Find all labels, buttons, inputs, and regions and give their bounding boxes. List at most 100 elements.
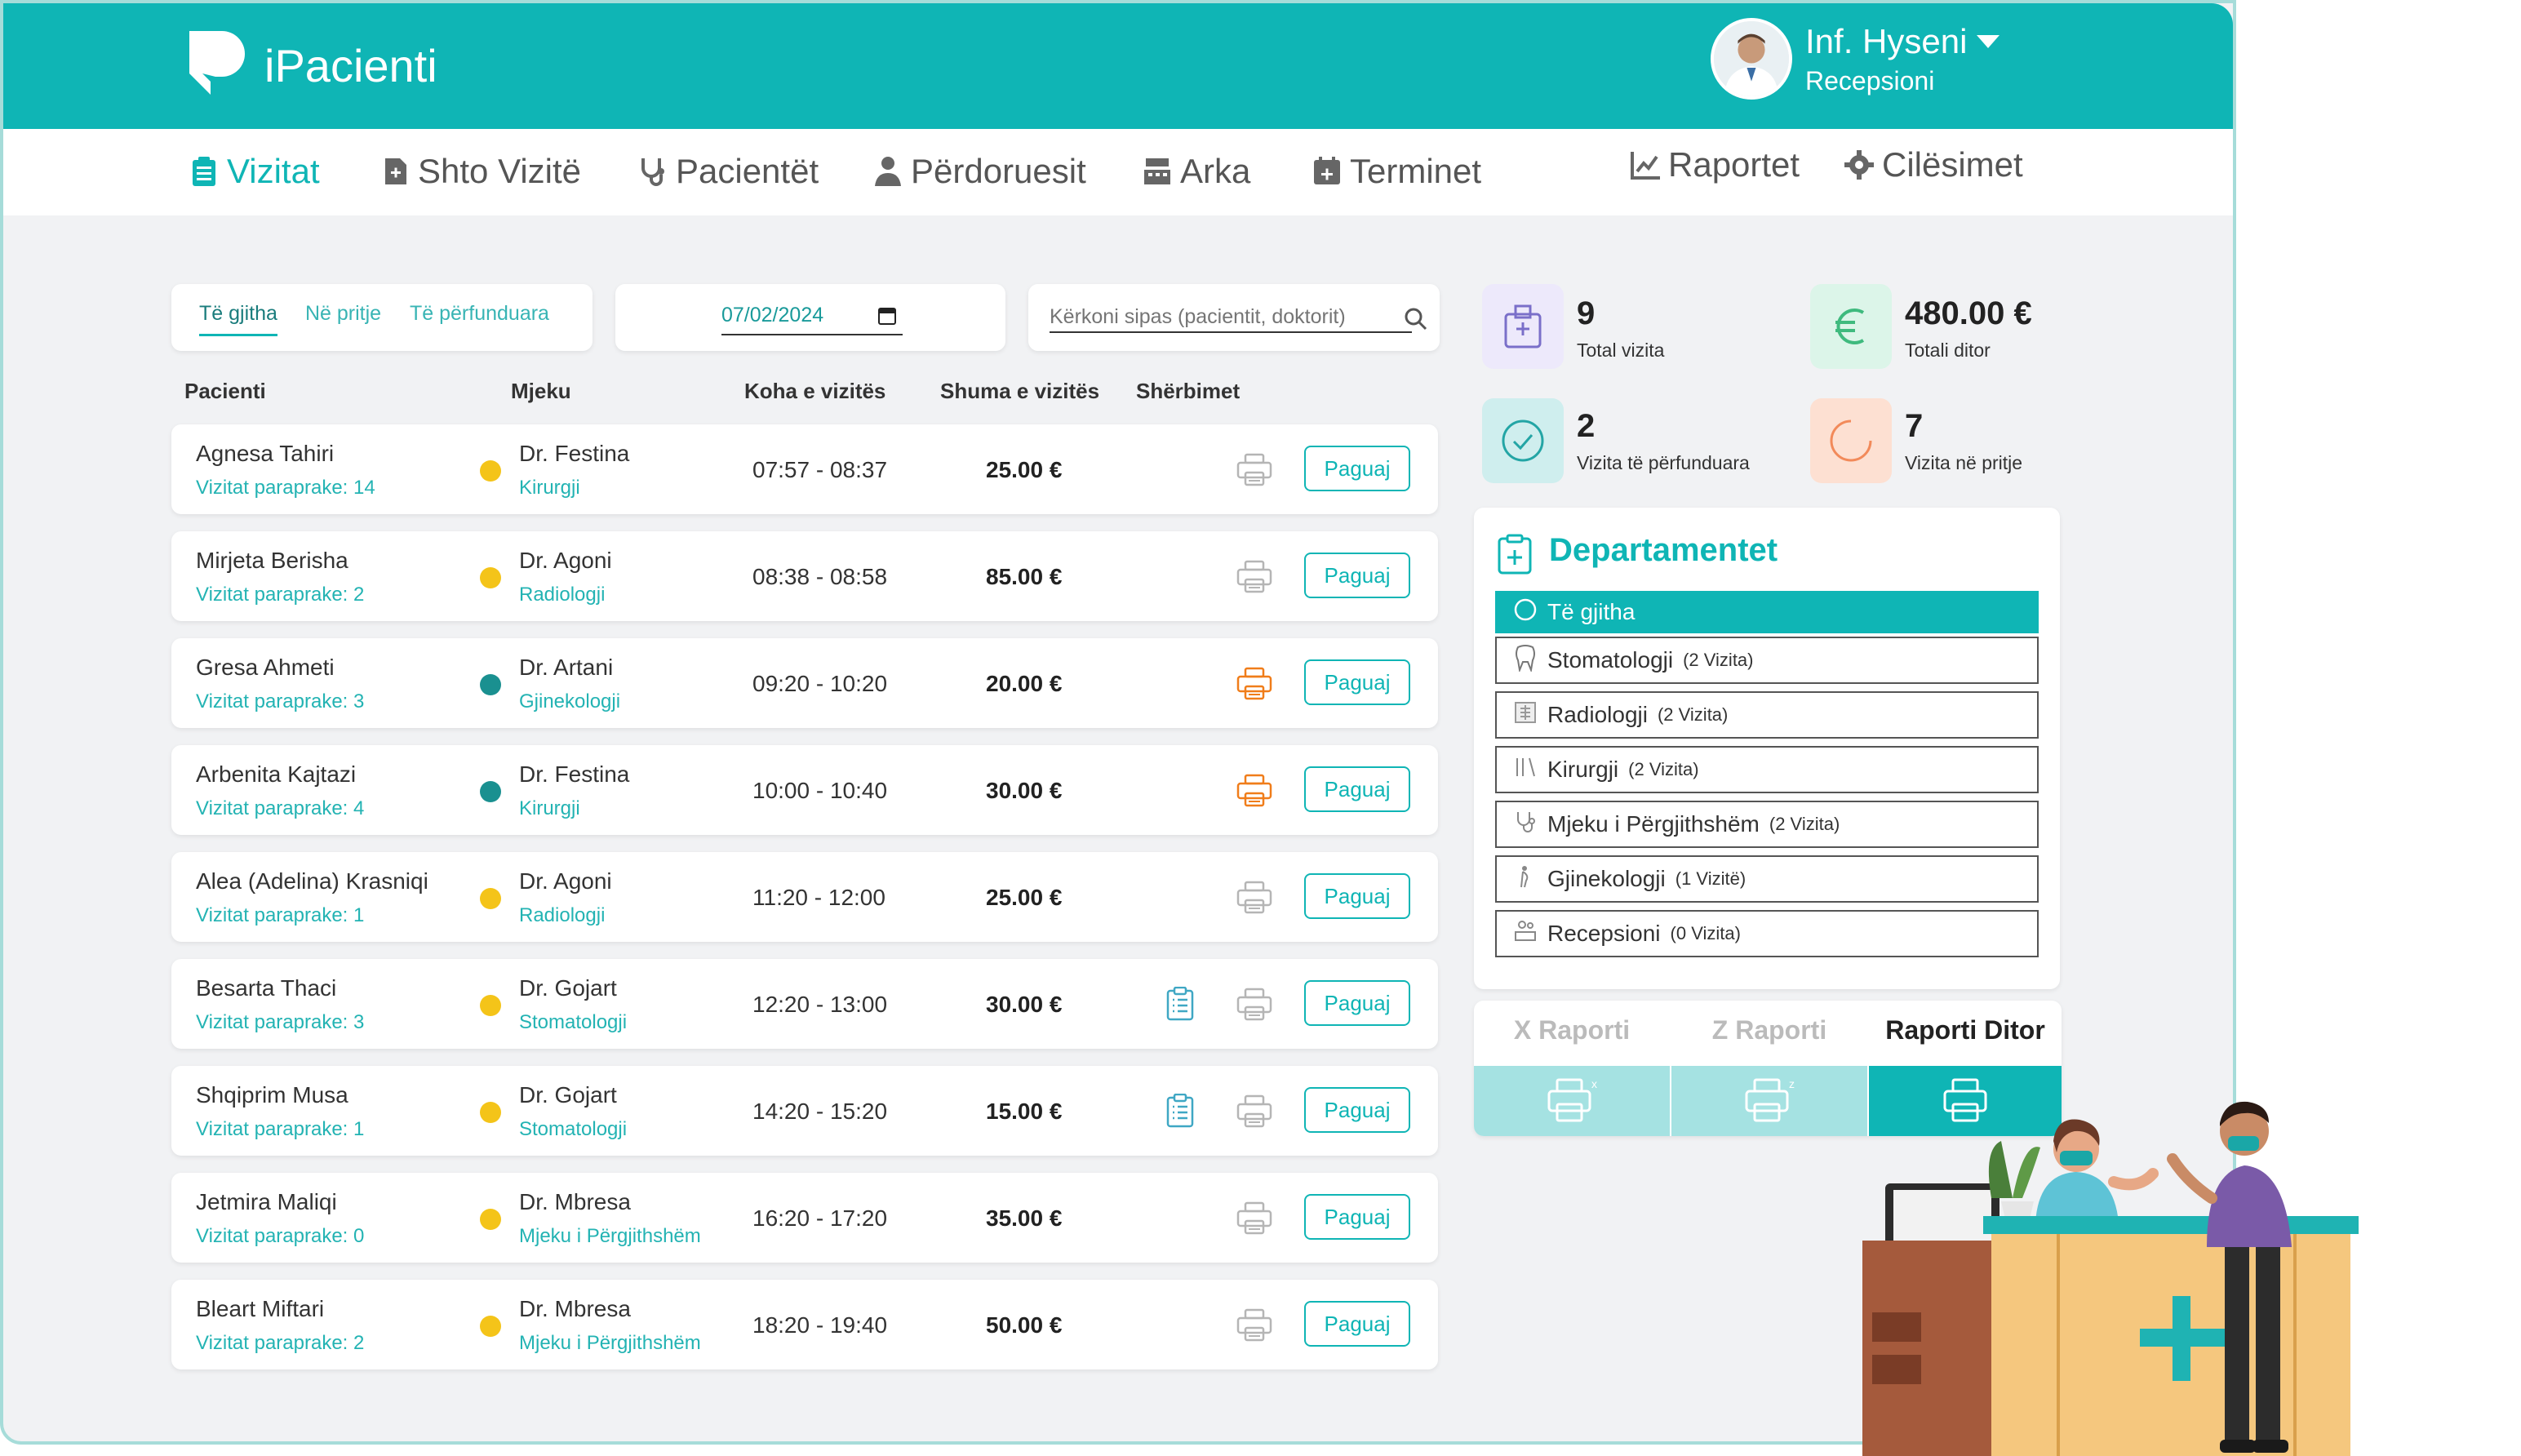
tab-te-gjitha[interactable]: Të gjitha <box>199 302 277 336</box>
pay-button[interactable]: Paguaj <box>1304 766 1410 812</box>
pay-button[interactable]: Paguaj <box>1304 1194 1410 1240</box>
patient-name[interactable]: Arbenita Kajtazi <box>196 761 356 788</box>
search-icon[interactable] <box>1404 307 1428 331</box>
tab-te-perfunduara[interactable]: Të përfunduara <box>410 302 549 326</box>
table-row[interactable]: Mirjeta Berisha Vizitat paraprake: 2 Dr. A… <box>171 531 1438 621</box>
department-item[interactable]: Kirurgji (2 Vizita) <box>1495 746 2039 793</box>
department-item[interactable]: Radiologji (2 Vizita) <box>1495 691 2039 739</box>
table-row[interactable]: Besarta Thaci Vizitat paraprake: 3 Dr. Goj… <box>171 959 1438 1049</box>
pay-button[interactable]: Paguaj <box>1304 980 1410 1026</box>
pay-button[interactable]: Paguaj <box>1304 659 1410 705</box>
department-item[interactable]: Recepsioni (0 Vizita) <box>1495 910 2039 957</box>
logo[interactable]: iPacienti <box>184 26 437 104</box>
printer-icon[interactable] <box>1236 987 1273 1023</box>
col-header-shuma: Shuma e vizitës <box>940 379 1100 403</box>
table-row[interactable]: Alea (Adelina) Krasniqi Vizitat paraprake… <box>171 852 1438 942</box>
printer-icon[interactable] <box>1236 880 1273 916</box>
col-header-mjeku: Mjeku <box>511 379 571 403</box>
department-count: (2 Vizita) <box>1683 650 1754 670</box>
patient-name[interactable]: Agnesa Tahiri <box>196 441 334 467</box>
patient-name[interactable]: Mirjeta Berisha <box>196 548 348 574</box>
department-count: (1 Vizitë) <box>1675 868 1747 889</box>
nav-shto-vizite[interactable]: Shto Vizitë <box>379 152 581 191</box>
previous-visits: Vizitat paraprake: 4 <box>196 797 365 819</box>
doctor-name: Dr. Festina <box>519 441 630 466</box>
department-name: Mjeku i Përgjithshëm <box>519 1225 701 1247</box>
patient-name[interactable]: Bleart Miftari <box>196 1296 324 1322</box>
stat-completed-label: Vizita të përfunduara <box>1577 452 1750 473</box>
nav-cilesimet[interactable]: Cilësimet <box>1843 145 2023 184</box>
previous-visits: Vizitat paraprake: 1 <box>196 904 365 926</box>
department-label: Gjinekologji <box>1547 866 1666 891</box>
user-menu[interactable]: Inf. Hyseni Recepsioni <box>1711 18 2000 100</box>
doctor-name: Dr. Festina <box>519 761 630 787</box>
report-daily-label: Raporti Ditor <box>1885 1015 2045 1045</box>
nav-perdoruesit[interactable]: Përdoruesit <box>872 152 1086 191</box>
department-item[interactable]: Gjinekologji (1 Vizitë) <box>1495 855 2039 903</box>
pay-button[interactable]: Paguaj <box>1304 1087 1410 1133</box>
nav-label: Vizitat <box>227 152 320 190</box>
previous-visits: Vizitat paraprake: 2 <box>196 1332 365 1354</box>
pay-button[interactable]: Paguaj <box>1304 873 1410 919</box>
report-z-button[interactable]: z <box>1671 1066 1867 1136</box>
gear-icon <box>1844 150 1874 180</box>
printer-icon[interactable] <box>1236 666 1273 702</box>
department-item[interactable]: Stomatologji (2 Vizita) <box>1495 637 2039 684</box>
nav-arka[interactable]: Arka <box>1141 152 1250 191</box>
clipboard-icon <box>193 157 215 186</box>
nav-vizitat[interactable]: Vizitat <box>188 152 320 191</box>
table-row[interactable]: Gresa Ahmeti Vizitat paraprake: 3 Dr. Arta… <box>171 638 1438 728</box>
doctor-name: Dr. Mbresa <box>519 1296 631 1321</box>
user-role: Recepsioni <box>1805 65 1935 95</box>
tab-ne-pritje[interactable]: Në pritje <box>305 302 381 326</box>
nav-raportet[interactable]: Raportet <box>1629 145 1800 184</box>
caret-down-icon[interactable] <box>1977 34 2000 48</box>
table-row[interactable]: Shqiprim Musa Vizitat paraprake: 1 Dr. Goj… <box>171 1066 1438 1156</box>
stat-completed-icon-box <box>1482 398 1564 483</box>
date-input[interactable]: 07/02/2024 <box>721 304 903 335</box>
table-row[interactable]: Bleart Miftari Vizitat paraprake: 2 Dr. Mb… <box>171 1280 1438 1369</box>
printer-icon[interactable] <box>1236 452 1273 488</box>
status-dot <box>480 1209 501 1230</box>
patient-name[interactable]: Alea (Adelina) Krasniqi <box>196 868 428 894</box>
stat-pending-value: 7 <box>1905 408 1924 444</box>
stat-pending-icon-box <box>1810 398 1892 483</box>
status-dot <box>480 567 501 588</box>
status-dot <box>480 1102 501 1123</box>
patient-name[interactable]: Besarta Thaci <box>196 975 336 1001</box>
nav-label: Pacientët <box>676 152 819 190</box>
pay-button[interactable]: Paguaj <box>1304 1301 1410 1347</box>
patient-name[interactable]: Gresa Ahmeti <box>196 655 335 681</box>
table-row[interactable]: Agnesa Tahiri Vizitat paraprake: 14 Dr. Fe… <box>171 424 1438 514</box>
printer-icon[interactable] <box>1236 773 1273 809</box>
reception-illustration <box>1862 1101 2359 1456</box>
services-clipboard-icon[interactable] <box>1165 986 1195 1021</box>
svg-text:z: z <box>1789 1077 1795 1090</box>
pay-button[interactable]: Paguaj <box>1304 446 1410 491</box>
doctor-name: Dr. Agoni <box>519 868 612 894</box>
department-label: Kirurgji <box>1547 757 1619 782</box>
patient-name[interactable]: Shqiprim Musa <box>196 1082 348 1108</box>
stethoscope-icon <box>641 158 664 186</box>
calendar-icon[interactable] <box>878 305 896 325</box>
services-clipboard-icon[interactable] <box>1165 1093 1195 1128</box>
printer-icon[interactable] <box>1236 559 1273 595</box>
hospital-icon <box>1504 304 1542 348</box>
patient-name[interactable]: Jetmira Maliqi <box>196 1189 337 1215</box>
table-row[interactable]: Arbenita Kajtazi Vizitat paraprake: 4 Dr. … <box>171 745 1438 835</box>
printer-icon[interactable] <box>1236 1201 1273 1236</box>
pay-button[interactable]: Paguaj <box>1304 553 1410 598</box>
department-item[interactable]: Të gjitha <box>1495 591 2039 633</box>
nav-pacientet[interactable]: Pacientët <box>637 152 819 191</box>
report-x[interactable]: X Raporti x <box>1474 1001 1670 1136</box>
department-item[interactable]: Mjeku i Përgjithshëm (2 Vizita) <box>1495 801 2039 848</box>
report-z[interactable]: Z Raporti z <box>1671 1001 1867 1136</box>
printer-icon[interactable] <box>1236 1307 1273 1343</box>
visit-time: 09:20 - 10:20 <box>752 671 888 696</box>
circle-icon <box>1513 597 1538 628</box>
search-input[interactable] <box>1050 302 1412 333</box>
printer-icon[interactable] <box>1236 1094 1273 1130</box>
report-x-button[interactable]: x <box>1474 1066 1670 1136</box>
table-row[interactable]: Jetmira Maliqi Vizitat paraprake: 0 Dr. Mb… <box>171 1173 1438 1263</box>
nav-terminet[interactable]: Terminet <box>1311 152 1481 191</box>
